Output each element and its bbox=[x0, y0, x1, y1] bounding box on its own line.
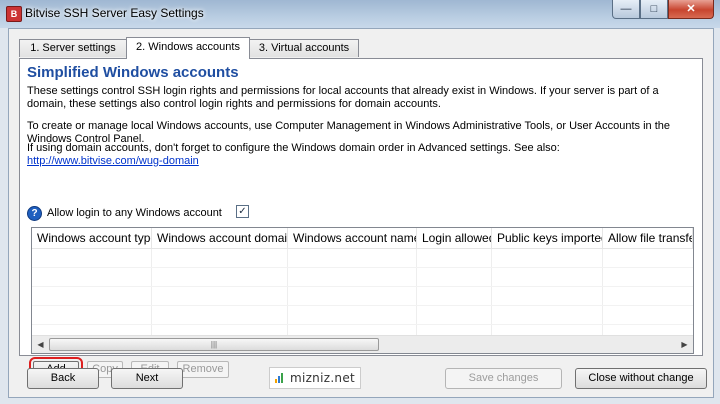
allow-login-row: ? Allow login to any Windows account bbox=[27, 205, 222, 221]
table-row bbox=[32, 268, 693, 287]
window-title: Bitvise SSH Server Easy Settings bbox=[25, 6, 204, 20]
column-header-login-allowed[interactable]: Login allowed bbox=[417, 228, 492, 248]
maximize-button[interactable]: □ bbox=[640, 0, 668, 19]
column-header-public-keys[interactable]: Public keys imported bbox=[492, 228, 603, 248]
close-window-button[interactable]: ✕ bbox=[668, 0, 714, 19]
help-icon[interactable]: ? bbox=[27, 205, 42, 221]
brand-text: mizniz.net bbox=[289, 371, 356, 385]
column-header-account-name[interactable]: Windows account name bbox=[288, 228, 417, 248]
save-changes-button[interactable]: Save changes bbox=[445, 368, 562, 389]
domain-order-text: If using domain accounts, don't forget t… bbox=[27, 142, 560, 154]
window-controls: — □ ✕ bbox=[612, 0, 714, 20]
minimize-button[interactable]: — bbox=[612, 0, 640, 19]
close-without-change-button[interactable]: Close without change bbox=[575, 368, 707, 389]
next-button[interactable]: Next bbox=[111, 368, 183, 389]
brand-watermark: mizniz.net bbox=[269, 367, 361, 389]
remove-button[interactable]: Remove bbox=[177, 361, 229, 378]
brand-logo-icon bbox=[274, 373, 285, 383]
column-header-account-domain[interactable]: Windows account domain bbox=[152, 228, 288, 248]
windows-accounts-panel: Simplified Windows accounts These settin… bbox=[19, 58, 703, 382]
table-row bbox=[32, 306, 693, 325]
scroll-left-icon[interactable]: ◀ bbox=[33, 338, 48, 351]
table-row bbox=[32, 249, 693, 268]
scrollbar-thumb[interactable]: ||| bbox=[49, 338, 379, 351]
tab-virtual-accounts[interactable]: 3. Virtual accounts bbox=[249, 39, 359, 57]
section-heading: Simplified Windows accounts bbox=[27, 64, 239, 81]
allow-login-label: Allow login to any Windows account bbox=[47, 207, 222, 219]
wug-domain-link[interactable]: http://www.bitvise.com/wug-domain bbox=[27, 155, 199, 167]
table-row bbox=[32, 287, 693, 306]
accounts-table[interactable]: Windows account type Windows account dom… bbox=[31, 227, 694, 354]
tab-server-settings[interactable]: 1. Server settings bbox=[19, 39, 127, 57]
horizontal-scrollbar[interactable]: ◀ ||| ▶ bbox=[32, 335, 693, 353]
scroll-right-icon[interactable]: ▶ bbox=[677, 338, 692, 351]
column-header-account-type[interactable]: Windows account type bbox=[32, 228, 152, 248]
dialog-body: 1. Server settings 2. Windows accounts 3… bbox=[8, 28, 714, 398]
table-rows bbox=[32, 249, 693, 344]
domain-order-paragraph: If using domain accounts, don't forget t… bbox=[27, 142, 697, 168]
tab-windows-accounts[interactable]: 2. Windows accounts bbox=[126, 37, 250, 59]
bitvise-app-icon: B bbox=[6, 6, 22, 22]
table-header: Windows account type Windows account dom… bbox=[32, 228, 693, 249]
intro-paragraph: These settings control SSH login rights … bbox=[27, 85, 659, 110]
column-header-file-transfer[interactable]: Allow file transfer bbox=[603, 228, 693, 248]
back-button[interactable]: Back bbox=[27, 368, 99, 389]
title-bar: B Bitvise SSH Server Easy Settings — □ ✕ bbox=[0, 0, 720, 28]
allow-login-checkbox[interactable]: ✓ bbox=[236, 205, 249, 218]
checkmark-icon: ✓ bbox=[238, 206, 247, 217]
